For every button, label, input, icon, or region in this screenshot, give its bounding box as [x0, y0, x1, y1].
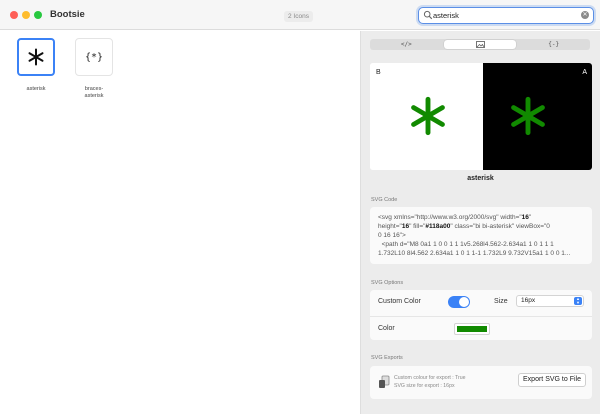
- icon-cell-braces-asterisk[interactable]: {*} braces-asterisk: [71, 38, 117, 100]
- icon-tile-braces-asterisk[interactable]: {*}: [75, 38, 113, 76]
- clear-search-button[interactable]: ✕: [581, 11, 589, 19]
- image-icon: [475, 41, 485, 48]
- icon-grid: asterisk {*} braces-asterisk: [0, 31, 360, 414]
- chevron-up-down-icon: ▴ ▾: [574, 296, 582, 305]
- icon-preview: B A: [370, 63, 592, 170]
- icon-tile-asterisk[interactable]: [17, 38, 55, 76]
- document-export-icon: [379, 375, 390, 388]
- export-size-text: SVG size for export : 16px: [394, 383, 455, 389]
- close-window-button[interactable]: [10, 11, 18, 19]
- svg-exports-label: SVG Exports: [371, 355, 403, 361]
- preview-light: B: [370, 63, 483, 170]
- svg-code-line: <path d="M8 0a1 1 0 0 1 1 1v5.268l4.562-…: [378, 240, 554, 248]
- tab-preview[interactable]: [443, 40, 517, 49]
- icon-label: asterisk: [26, 86, 46, 92]
- svg-options-label: SVG Options: [371, 280, 404, 286]
- search-input[interactable]: [433, 9, 573, 21]
- tab-code[interactable]: </>: [370, 39, 443, 50]
- svg-options-box: Custom Color Size 16px ▴ ▾ Color: [370, 290, 592, 340]
- title-bar: Bootsie 2 Icons ✕: [0, 0, 600, 30]
- svg-code-line: height="16" fill="#118a00" class="bi bi-…: [378, 222, 550, 230]
- export-info: Custom colour for export : True SVG size…: [394, 374, 466, 390]
- preview-dark-label: A: [582, 69, 587, 76]
- search-icon: [423, 10, 433, 20]
- detail-panel: </> {-} B A asterisk SVG Code <svg xmlns…: [361, 31, 600, 414]
- size-select[interactable]: 16px ▴ ▾: [516, 295, 584, 307]
- icon-count-badge: 2 Icons: [284, 11, 313, 22]
- custom-color-toggle[interactable]: [448, 296, 470, 308]
- svg-code-line: <svg xmlns="http://www.w3.org/2000/svg" …: [378, 214, 532, 221]
- preview-icon-name: asterisk: [467, 175, 494, 182]
- color-well[interactable]: [454, 323, 490, 335]
- asterisk-icon: [28, 48, 44, 66]
- minimize-window-button[interactable]: [22, 11, 30, 19]
- color-swatch: [457, 326, 487, 332]
- search-field[interactable]: ✕: [418, 7, 594, 24]
- svg-code-box[interactable]: <svg xmlns="http://www.w3.org/2000/svg" …: [370, 207, 592, 264]
- custom-color-label: Custom Color: [378, 298, 421, 305]
- maximize-window-button[interactable]: [34, 11, 42, 19]
- asterisk-icon: [511, 96, 545, 136]
- svg-code-label: SVG Code: [371, 197, 398, 203]
- toggle-knob: [459, 297, 469, 307]
- options-divider: [370, 316, 592, 317]
- export-custom-colour-text: Custom colour for export : True: [394, 375, 466, 381]
- icon-cell-asterisk[interactable]: asterisk: [13, 38, 59, 93]
- size-label: Size: [494, 298, 508, 305]
- window-title: Bootsie: [50, 9, 85, 20]
- braces-asterisk-icon: {*}: [84, 51, 104, 63]
- icon-label: braces-asterisk: [84, 86, 104, 99]
- svg-exports-box: Custom colour for export : True SVG size…: [370, 366, 592, 399]
- preview-dark: A: [483, 63, 592, 170]
- preview-light-label: B: [376, 69, 381, 76]
- view-segmented-control[interactable]: </> {-}: [370, 39, 590, 50]
- color-label: Color: [378, 325, 395, 332]
- asterisk-icon: [411, 96, 445, 136]
- svg-code-line: 1.732L10 8l4.562 2.634a1 1 0 1 1-1 1.732…: [378, 249, 571, 257]
- size-select-value: 16px: [521, 297, 536, 304]
- export-svg-button[interactable]: Export SVG to File: [518, 373, 586, 387]
- svg-code-line: 0 16 16">: [378, 231, 406, 239]
- tab-structure[interactable]: {-}: [517, 39, 590, 50]
